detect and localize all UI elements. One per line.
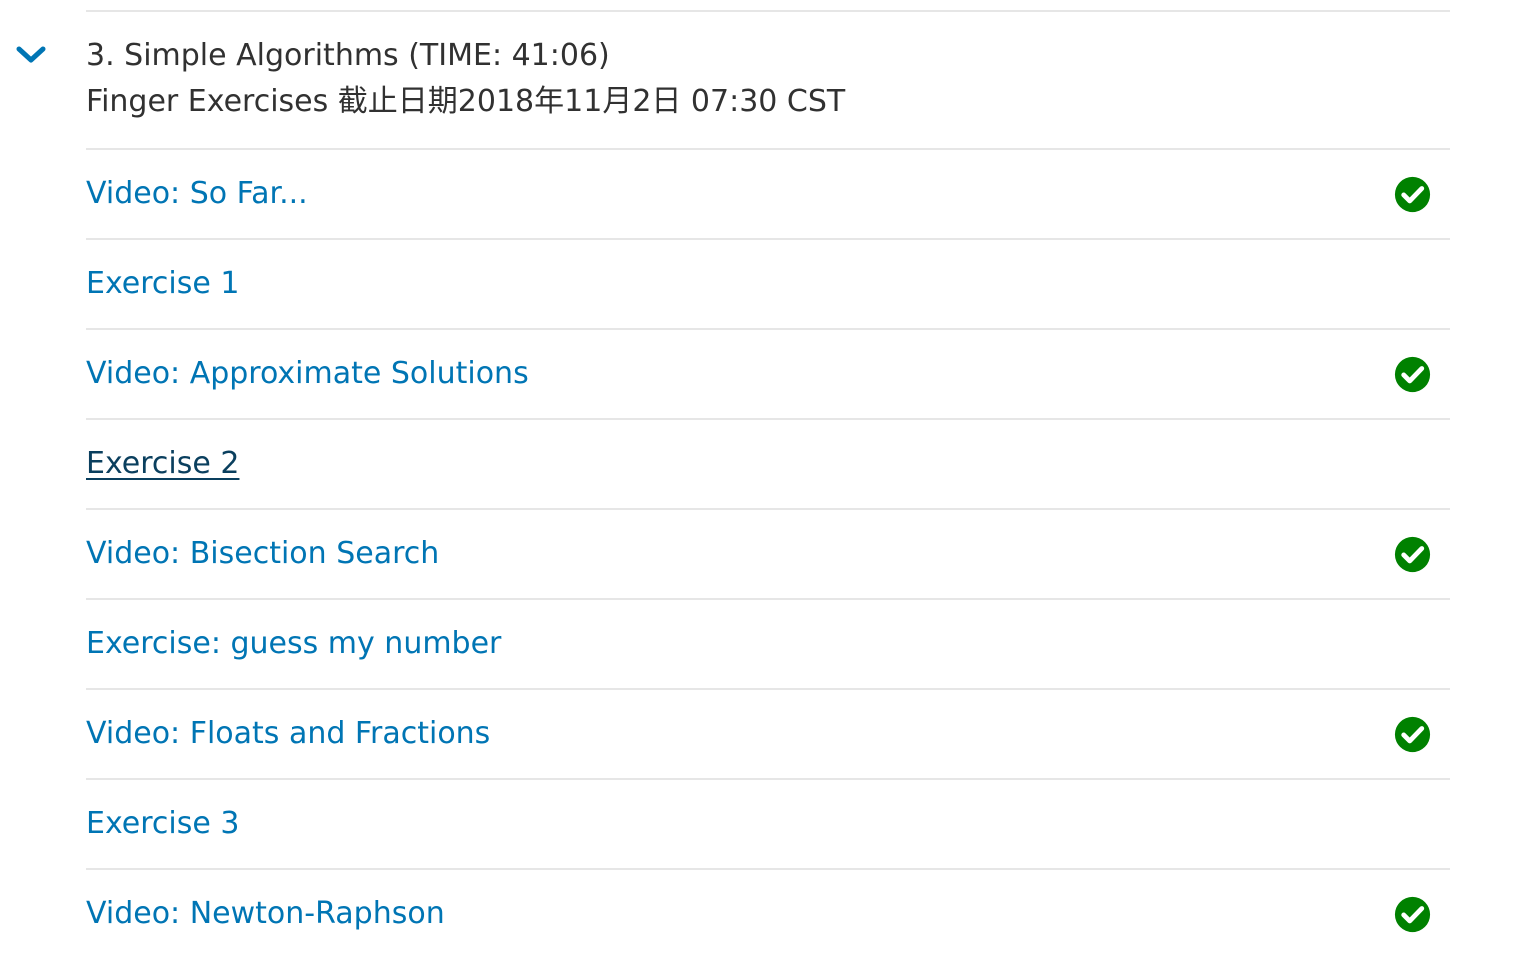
check-circle-icon [1394,356,1431,393]
check-circle-icon [1394,176,1431,213]
list-item: Exercise 3 [86,778,1450,868]
section-toggle-button[interactable] [14,40,48,70]
item-link-video-newton-raphson[interactable]: Video: Newton-Raphson [86,894,445,934]
check-circle-icon [1394,896,1431,933]
item-link-video-approximate-solutions[interactable]: Video: Approximate Solutions [86,354,529,394]
list-item: Video: Bisection Search [86,508,1450,598]
section-title: 3. Simple Algorithms (TIME: 41:06) [86,38,610,73]
item-link-video-so-far[interactable]: Video: So Far... [86,174,308,214]
list-item: Exercise 1 [86,238,1450,328]
chevron-down-icon [16,46,46,63]
list-item: Video: Newton-Raphson [86,868,1450,958]
list-item: Video: Floats and Fractions [86,688,1450,778]
subsection-list: Video: So Far... Exercise 1 Video: Appro… [86,148,1450,958]
item-link-exercise-1[interactable]: Exercise 1 [86,264,239,304]
item-link-exercise-guess-my-number[interactable]: Exercise: guess my number [86,624,501,664]
list-item: Exercise 2 [86,418,1450,508]
list-item: Video: So Far... [86,148,1450,238]
section-subtitle: Finger Exercises 截止日期2018年11月2日 07:30 CS… [86,84,846,119]
list-item: Exercise: guess my number [86,598,1450,688]
list-item: Video: Approximate Solutions [86,328,1450,418]
top-divider [86,10,1450,12]
item-link-video-floats-and-fractions[interactable]: Video: Floats and Fractions [86,714,490,754]
check-circle-icon [1394,536,1431,573]
check-circle-icon [1394,716,1431,753]
section-header: 3. Simple Algorithms (TIME: 41:06) Finge… [86,34,1450,126]
item-link-video-bisection-search[interactable]: Video: Bisection Search [86,534,439,574]
item-link-exercise-3[interactable]: Exercise 3 [86,804,239,844]
item-link-exercise-2[interactable]: Exercise 2 [86,444,239,484]
